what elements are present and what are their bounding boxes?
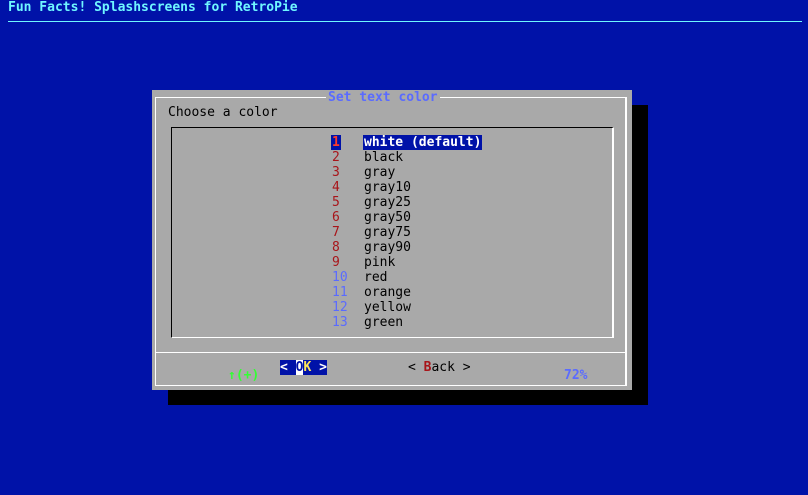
menu-list[interactable]: 1 white (default) 2 black 3 gray 4 gray10 5 gray2… bbox=[171, 127, 614, 383]
menu-item-tag: 1 bbox=[331, 135, 341, 150]
menu-item[interactable]: 2 black bbox=[172, 150, 612, 165]
menu-item-tag: 4 bbox=[332, 180, 340, 195]
menu-item[interactable]: 8 gray90 bbox=[172, 240, 612, 255]
menu-item-label: gray bbox=[364, 165, 396, 180]
menu-item-tag: 13 bbox=[332, 315, 348, 330]
menu-item-label: green bbox=[364, 315, 404, 330]
dialog-prompt: Choose a color bbox=[168, 105, 278, 120]
menu-item-label: gray50 bbox=[364, 210, 411, 225]
back-button-left: < bbox=[408, 360, 424, 375]
menu-item[interactable]: 1 white (default) bbox=[172, 135, 612, 150]
menu-item-label: yellow bbox=[364, 300, 411, 315]
menu-dialog: Set text color Choose a color 1 white (de… bbox=[152, 90, 632, 390]
menu-item[interactable]: 9 pink bbox=[172, 255, 612, 270]
menu-item[interactable]: 13 green bbox=[172, 315, 612, 330]
menu-item-tag: 10 bbox=[332, 270, 348, 285]
menu-item-tag: 5 bbox=[332, 195, 340, 210]
menu-item[interactable]: 3 gray bbox=[172, 165, 612, 180]
menu-item-label: gray10 bbox=[364, 180, 411, 195]
menu-item-label: gray75 bbox=[364, 225, 411, 240]
menu-item[interactable]: 7 gray75 bbox=[172, 225, 612, 240]
back-button[interactable]: < Back > bbox=[408, 360, 471, 375]
scroll-up-indicator: ↑(+) bbox=[228, 368, 260, 383]
scroll-percent: 72% bbox=[564, 368, 588, 383]
menu-item-label: orange bbox=[364, 285, 411, 300]
ok-button-left: < bbox=[280, 360, 296, 375]
menu-item[interactable]: 5 gray25 bbox=[172, 195, 612, 210]
back-button-rest: ack bbox=[431, 360, 455, 375]
ok-button[interactable]: < OK > bbox=[280, 360, 327, 375]
backtitle: Fun Facts! Splashscreens for RetroPie bbox=[8, 0, 298, 15]
menu-item-label: gray90 bbox=[364, 240, 411, 255]
menu-item-label: red bbox=[364, 270, 388, 285]
menu-item[interactable]: 10 red bbox=[172, 270, 612, 285]
menu-item[interactable]: 6 gray50 bbox=[172, 210, 612, 225]
menu-item-label: black bbox=[364, 150, 404, 165]
menu-item-tag: 3 bbox=[332, 165, 340, 180]
menu-item-tag: 9 bbox=[332, 255, 340, 270]
menu-item-label: gray25 bbox=[364, 195, 411, 210]
menu-item-tag: 11 bbox=[332, 285, 348, 300]
menu-item-tag: 12 bbox=[332, 300, 348, 315]
backtitle-divider bbox=[8, 21, 802, 22]
menu-item-label: white (default) bbox=[363, 135, 483, 150]
menu-item[interactable]: 11 orange bbox=[172, 285, 612, 300]
menu-item-tag: 6 bbox=[332, 210, 340, 225]
menu-item[interactable]: 4 gray10 bbox=[172, 180, 612, 195]
ok-button-right: > bbox=[311, 360, 327, 375]
back-button-right: > bbox=[454, 360, 471, 375]
menu-item[interactable]: 12 yellow bbox=[172, 300, 612, 315]
dialog-title: Set text color bbox=[326, 90, 440, 105]
menu-item-tag: 7 bbox=[332, 225, 340, 240]
menu-item-tag: 2 bbox=[332, 150, 340, 165]
menu-item-tag: 8 bbox=[332, 240, 340, 255]
button-separator bbox=[156, 352, 626, 353]
menu-item-label: pink bbox=[364, 255, 396, 270]
